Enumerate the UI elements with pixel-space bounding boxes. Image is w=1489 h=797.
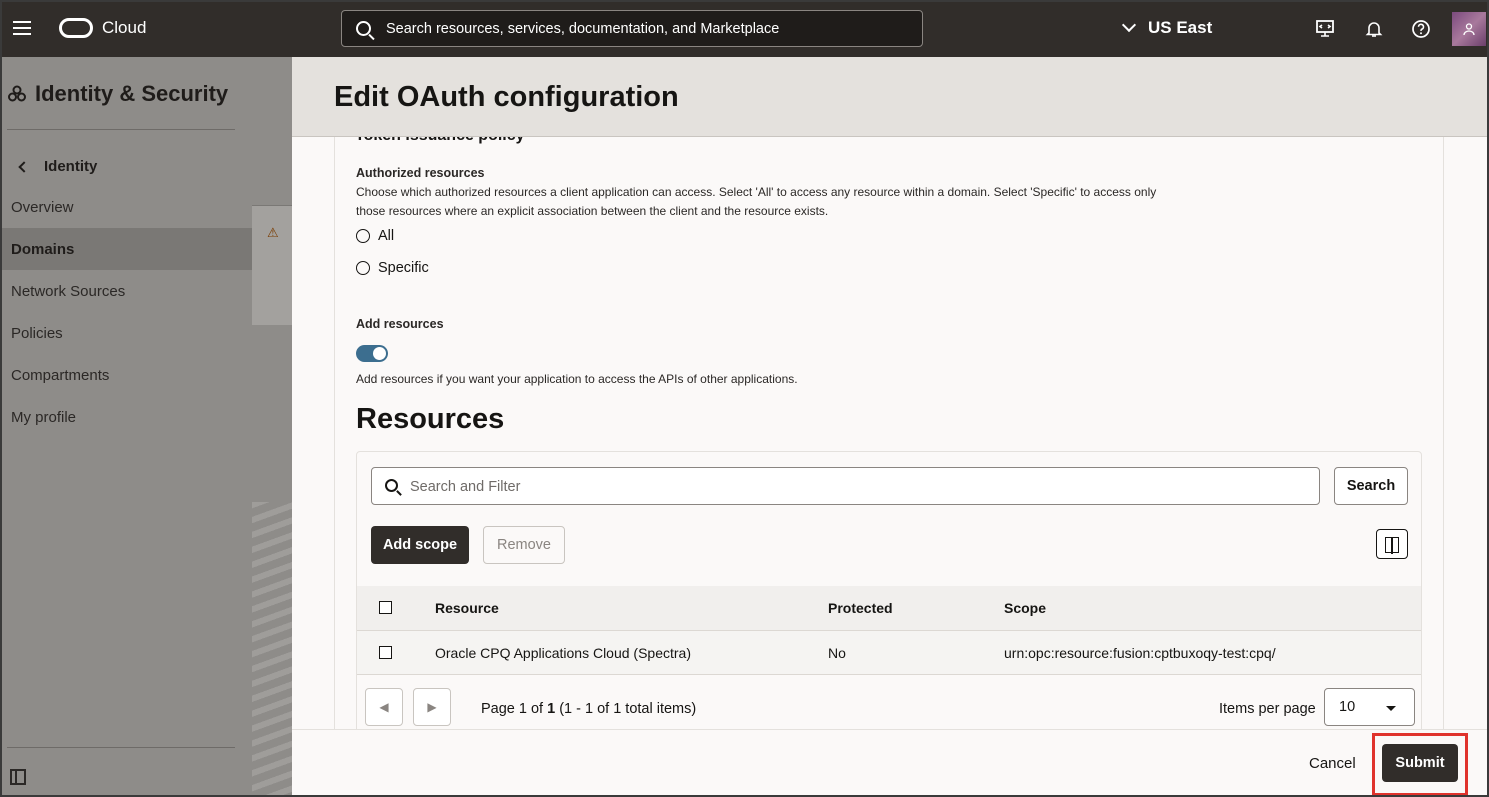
region-selector[interactable]: US East — [1121, 17, 1213, 38]
table-row[interactable]: Oracle CPQ Applications Cloud (Spectra) … — [357, 631, 1421, 675]
panel-footer: Cancel Submit — [292, 729, 1487, 795]
caret-down-icon — [1386, 706, 1396, 711]
identity-security-icon — [8, 85, 26, 102]
column-header-scope[interactable]: Scope — [1004, 600, 1046, 616]
radio-circle[interactable] — [356, 229, 370, 243]
remove-button[interactable]: Remove — [483, 526, 565, 564]
browser-frame: Cloud Search resources, services, docume… — [0, 0, 1489, 797]
sidebar-item-compartments[interactable]: Compartments — [2, 354, 252, 396]
pagination: ◀ ▶ Page 1 of 1 (1 - 1 of 1 total items)… — [357, 675, 1421, 729]
global-search-input[interactable]: Search resources, services, documentatio… — [341, 10, 923, 47]
edit-oauth-panel: Edit OAuth configuration Token issuance … — [292, 57, 1487, 795]
sidebar: Identity & Security Identity Overview Do… — [2, 57, 252, 795]
radio-circle[interactable] — [356, 261, 370, 275]
search-icon — [356, 21, 371, 36]
column-settings-icon[interactable] — [1376, 529, 1408, 559]
previous-page-icon[interactable]: ◀ — [365, 688, 403, 726]
top-bar: Cloud Search resources, services, docume… — [2, 2, 1487, 57]
sidebar-title: Identity & Security — [7, 81, 228, 107]
authorized-resources-label: Authorized resources — [356, 166, 485, 180]
resources-heading: Resources — [356, 403, 505, 435]
sidebar-back-identity[interactable]: Identity — [18, 158, 98, 175]
sidebar-item-my-profile[interactable]: My profile — [2, 396, 252, 438]
menu-icon[interactable] — [13, 21, 31, 35]
sidebar-item-network-sources[interactable]: Network Sources — [2, 270, 252, 312]
page-status: Page 1 of 1 (1 - 1 of 1 total items) — [481, 701, 696, 717]
background-pattern — [252, 502, 292, 795]
panel-title: Edit OAuth configuration — [334, 81, 679, 113]
add-scope-button[interactable]: Add scope — [371, 526, 469, 564]
sidebar-title-text: Identity & Security — [35, 81, 229, 106]
column-header-resource[interactable]: Resource — [435, 600, 499, 616]
authorized-resources-help: Choose which authorized resources a clie… — [356, 185, 1157, 218]
radio-all[interactable]: All — [356, 228, 394, 244]
add-resources-label: Add resources — [356, 317, 444, 331]
filter-placeholder: Search and Filter — [410, 479, 521, 495]
page-total: 1 — [547, 701, 556, 717]
items-per-page-select[interactable]: 10 — [1324, 688, 1415, 726]
sidebar-item-domains[interactable]: Domains — [2, 228, 252, 270]
sidebar-item-overview[interactable]: Overview — [2, 186, 252, 228]
cell-resource: Oracle CPQ Applications Cloud (Spectra) — [435, 645, 691, 661]
next-page-icon[interactable]: ▶ — [413, 688, 451, 726]
panel-body[interactable]: Token issuance policy Authorized resourc… — [334, 137, 1444, 729]
add-resources-toggle[interactable] — [356, 345, 388, 362]
chevron-left-icon — [18, 160, 30, 173]
radio-all-label: All — [378, 228, 395, 244]
sidebar-item-policies[interactable]: Policies — [2, 312, 252, 354]
chevron-down-icon — [1121, 17, 1137, 33]
oracle-logo[interactable] — [59, 18, 93, 38]
items-per-page-label: Items per page — [1219, 701, 1316, 717]
background-card — [252, 205, 292, 325]
developer-tools-icon[interactable] — [1315, 19, 1335, 39]
page-prefix: Page 1 of — [481, 701, 544, 717]
collapse-sidebar-icon[interactable] — [10, 769, 26, 785]
cancel-button[interactable]: Cancel — [1309, 755, 1356, 772]
token-issuance-heading: Token issuance policy — [355, 137, 525, 145]
cell-protected: No — [828, 645, 846, 661]
sidebar-bottom-divider — [7, 747, 235, 748]
search-button[interactable]: Search — [1334, 467, 1408, 505]
help-icon[interactable] — [1411, 19, 1431, 39]
bell-icon[interactable] — [1364, 19, 1384, 39]
submit-button[interactable]: Submit — [1382, 744, 1458, 782]
search-placeholder: Search resources, services, documentatio… — [386, 21, 780, 37]
search-icon — [385, 479, 398, 492]
region-label: US East — [1148, 18, 1213, 37]
sidebar-back-label: Identity — [44, 158, 98, 175]
page-range: (1 - 1 of 1 total items) — [559, 701, 697, 717]
radio-specific[interactable]: Specific — [356, 260, 429, 276]
cell-scope: urn:opc:resource:fusion:cptbuxoqy-test:c… — [1004, 645, 1276, 661]
select-all-checkbox[interactable] — [379, 601, 392, 614]
column-header-protected[interactable]: Protected — [828, 600, 893, 616]
resources-table-container: Search and Filter Search Add scope Remov… — [356, 451, 1422, 729]
items-per-page-value: 10 — [1339, 699, 1356, 715]
table-header: Resource Protected Scope — [357, 586, 1421, 631]
row-checkbox[interactable] — [379, 646, 392, 659]
warning-icon: ⚠ — [267, 225, 279, 240]
add-resources-help: Add resources if you want your applicati… — [356, 372, 798, 386]
radio-specific-label: Specific — [378, 260, 429, 276]
brand-name[interactable]: Cloud — [102, 18, 146, 38]
toggle-knob — [373, 347, 386, 360]
panel-header: Edit OAuth configuration — [292, 57, 1487, 137]
user-avatar[interactable] — [1452, 12, 1486, 46]
sidebar-divider — [7, 129, 235, 130]
search-filter-input[interactable]: Search and Filter — [371, 467, 1320, 505]
background-page-overlay: ⚠ — [252, 57, 292, 795]
